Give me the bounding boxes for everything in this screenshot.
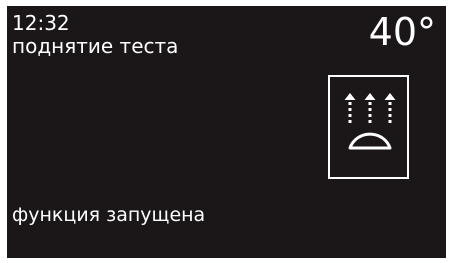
status-message: функция запущена (12, 204, 206, 226)
clock-time: 12:32 (12, 11, 70, 35)
oven-display: 12:32 поднятие теста 40° функция запущен… (7, 6, 446, 258)
mode-tile[interactable] (328, 75, 409, 179)
program-name: поднятие теста (12, 34, 179, 58)
temperature-readout: 40° (368, 10, 436, 54)
dough-rising-icon (344, 93, 396, 150)
